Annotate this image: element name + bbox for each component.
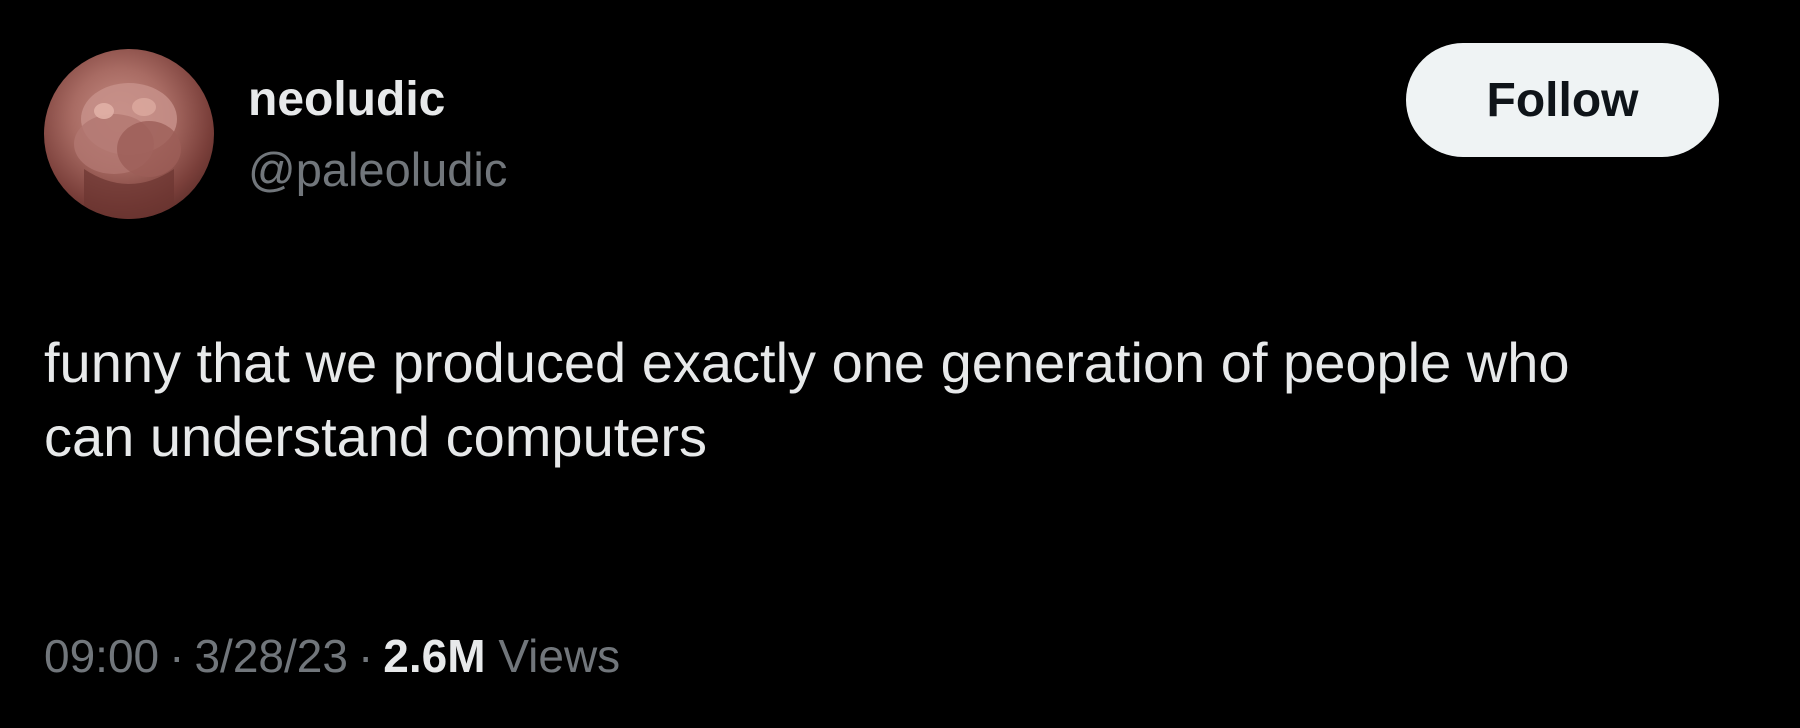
tweet-date[interactable]: 3/28/23 <box>194 630 347 682</box>
tweet-time[interactable]: 09:00 <box>44 630 159 682</box>
tweet-meta: 09:00 · 3/28/23 · 2.6M Views <box>44 628 620 684</box>
avatar[interactable] <box>44 49 214 219</box>
views-count: 2.6M <box>383 630 486 682</box>
tweet-text: funny that we produced exactly one gener… <box>44 331 1570 468</box>
meta-separator: · <box>169 630 185 682</box>
follow-button[interactable]: Follow <box>1406 43 1719 157</box>
views-label: Views <box>498 630 621 682</box>
user-handle[interactable]: @paleoludic <box>248 142 507 198</box>
display-name[interactable]: neoludic <box>248 72 445 128</box>
avatar-photo-icon <box>74 83 181 219</box>
meta-separator: · <box>357 630 374 682</box>
tweet-card: neoludic @paleoludic Follow funny that w… <box>0 0 1800 728</box>
